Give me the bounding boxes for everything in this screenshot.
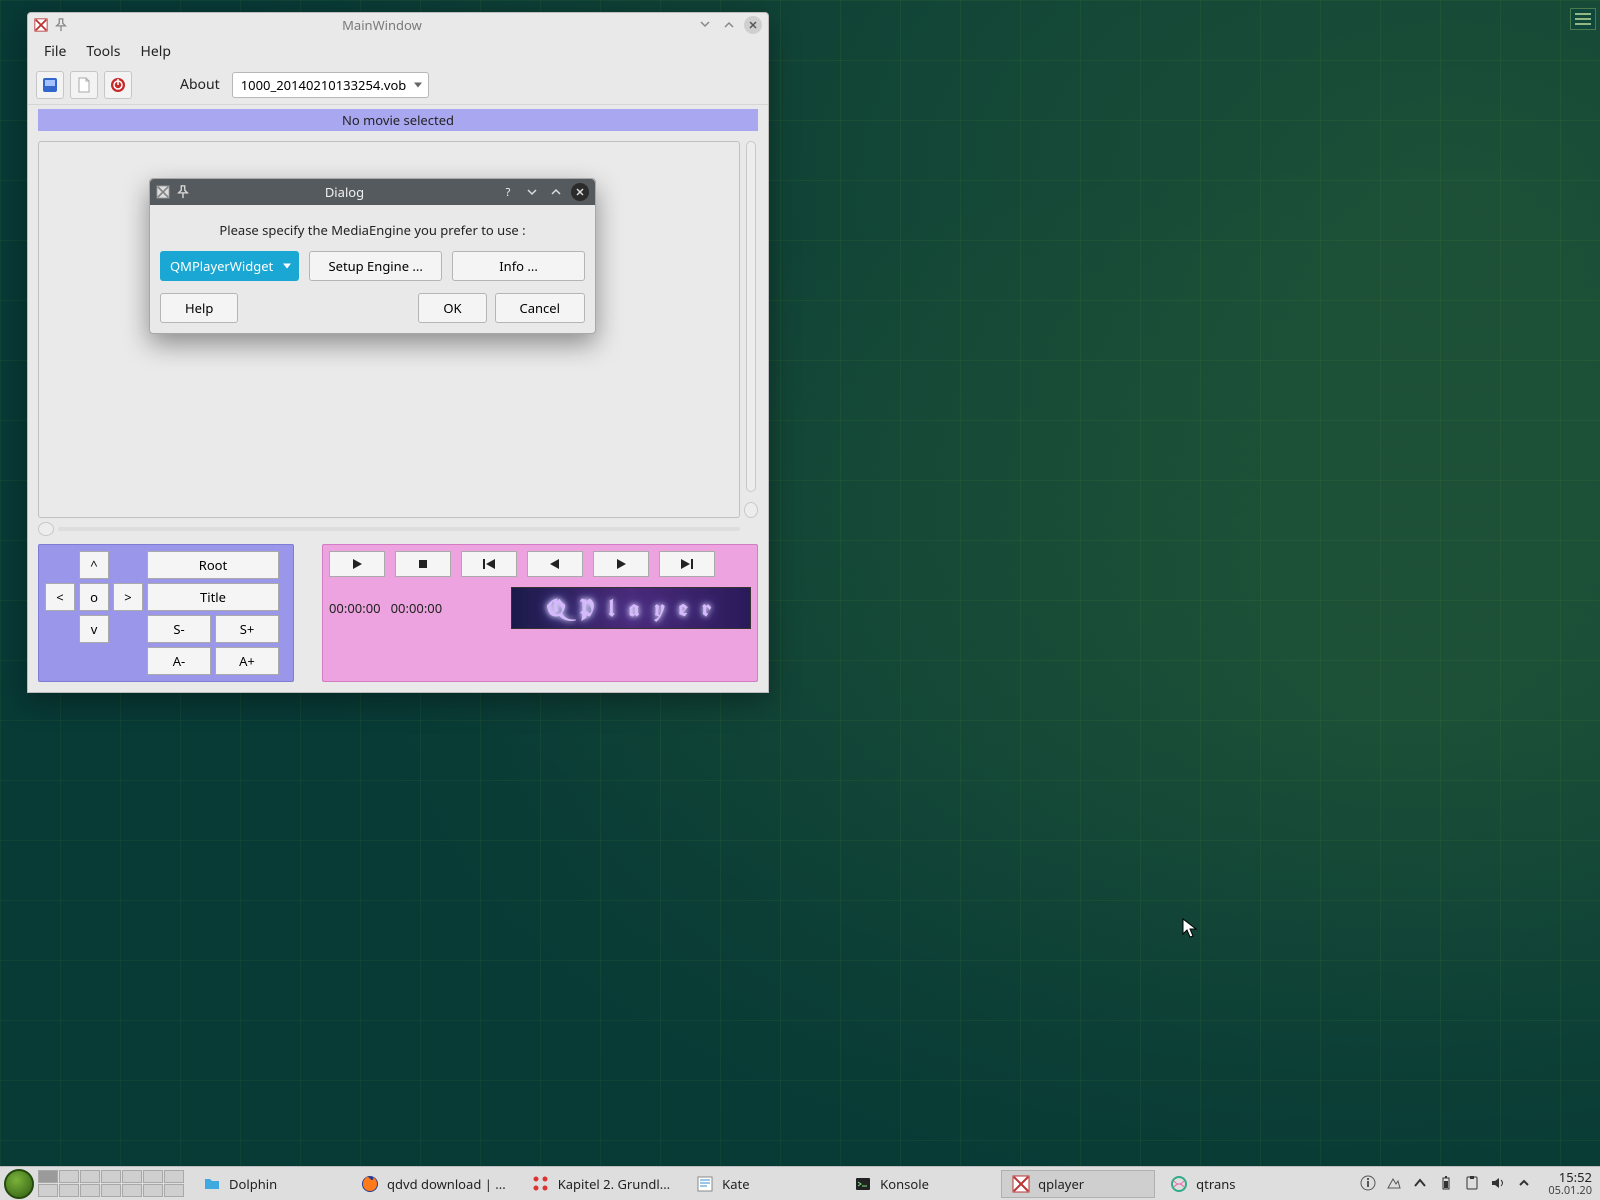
window-title: MainWindow [74,16,690,34]
dialog-shade-button[interactable] [523,183,541,201]
dialog-rollup-button[interactable] [547,183,565,201]
audio-prev-button[interactable]: A- [147,647,211,675]
tray-clipboard-icon[interactable] [1464,1175,1480,1191]
forward-button[interactable] [593,551,649,577]
task-label: Dolphin [229,1175,277,1193]
menu-tools[interactable]: Tools [76,38,130,65]
nav-title-button[interactable]: Title [147,583,279,611]
clock[interactable]: 15:52 05.01.20 [1542,1170,1592,1196]
task-konsole[interactable]: Konsole [843,1170,997,1198]
cancel-button[interactable]: Cancel [495,293,585,323]
task-label: Kapitel 2. Grundl... [558,1175,670,1193]
dialog-pin-icon[interactable] [176,185,190,199]
terminal-icon [854,1175,872,1193]
minimize-button[interactable] [696,16,714,34]
virtual-desktop-pager[interactable] [38,1170,184,1197]
system-tray: 15:52 05.01.20 [1360,1170,1600,1196]
nav-left-button[interactable]: < [45,583,75,611]
pin-icon[interactable] [54,18,68,32]
qtrans-icon [1170,1175,1188,1193]
task-label: qtrans [1196,1175,1235,1193]
task-kate[interactable]: Kate [685,1170,839,1198]
dialog-message: Please specify the MediaEngine you prefe… [160,221,585,239]
mouse-cursor-icon [1182,918,1198,940]
app-icon [34,18,48,32]
audio-next-button[interactable]: A+ [215,647,279,675]
playback-panel: 00:00:00 00:00:00 Q P l a y e r [322,544,758,682]
nav-root-button[interactable]: Root [147,551,279,579]
status-strip: No movie selected [38,109,758,131]
rewind-button[interactable] [527,551,583,577]
maximize-button[interactable] [720,16,738,34]
dvd-nav-panel: ^ Root < o > Title v S- S+ A- A+ [38,544,294,682]
subtitle-next-button[interactable]: S+ [215,615,279,643]
status-text: No movie selected [342,111,454,129]
help-icon [532,1175,550,1193]
titlebar[interactable]: MainWindow [28,13,768,37]
toolbar-button-power[interactable] [104,71,132,99]
task-label: qplayer [1038,1175,1084,1193]
toolbar-button-new[interactable] [70,71,98,99]
about-label[interactable]: About [180,75,220,94]
file-combobox[interactable]: 1000_20140210133254.vob [232,72,430,98]
toolbar-button-1[interactable] [36,71,64,99]
menubar: File Tools Help [28,37,768,65]
stop-button[interactable] [395,551,451,577]
task-firefox[interactable]: qdvd download | ... [350,1170,517,1198]
engine-combo-value: QMPlayerWidget [170,257,273,275]
task-dolphin[interactable]: Dolphin [192,1170,346,1198]
time-position: 00:00:00 [329,599,381,617]
kate-icon [696,1175,714,1193]
time-duration: 00:00:00 [391,599,443,617]
task-label: Konsole [880,1175,929,1193]
file-combo-value: 1000_20140210133254.vob [241,76,407,94]
nav-up-button[interactable]: ^ [79,551,109,579]
media-engine-dialog: Dialog ? Please specify the MediaEngine … [149,178,596,334]
task-help[interactable]: Kapitel 2. Grundl... [521,1170,681,1198]
tray-info-icon[interactable] [1360,1175,1376,1191]
ok-button[interactable]: OK [418,293,486,323]
tray-battery-icon[interactable] [1438,1175,1454,1191]
task-qplayer[interactable]: qplayer [1001,1170,1155,1198]
task-label: Kate [722,1175,749,1193]
prev-track-button[interactable] [461,551,517,577]
dialog-title: Dialog [196,183,493,201]
qplayer-icon [1012,1175,1030,1193]
task-qtrans[interactable]: qtrans [1159,1170,1313,1198]
dialog-app-icon [156,185,170,199]
player-logo: Q P l a y e r [511,587,751,629]
close-button[interactable] [744,16,762,34]
nav-select-button[interactable]: o [79,583,109,611]
tray-network-icon[interactable] [1386,1175,1402,1191]
start-button[interactable] [4,1169,34,1199]
horizontal-scrollbar[interactable] [38,522,740,536]
main-window: MainWindow File Tools Help About 1000_20… [27,12,769,693]
subtitle-prev-button[interactable]: S- [147,615,211,643]
tray-volume-icon[interactable] [1490,1175,1506,1191]
dialog-titlebar[interactable]: Dialog ? [150,179,595,205]
tray-expand-icon[interactable] [1516,1175,1532,1191]
next-track-button[interactable] [659,551,715,577]
toolbar: About 1000_20140210133254.vob [28,65,768,105]
task-label: qdvd download | ... [387,1175,506,1193]
dialog-help-button[interactable]: ? [499,183,517,201]
menu-help[interactable]: Help [130,38,181,65]
dialog-help-link[interactable]: Help [160,293,238,323]
nav-down-button[interactable]: v [79,615,109,643]
clock-date: 05.01.20 [1548,1185,1592,1197]
info-button[interactable]: Info ... [452,251,585,281]
panel-menu-button[interactable] [1570,8,1596,30]
play-button[interactable] [329,551,385,577]
folder-icon [203,1175,221,1193]
firefox-icon [361,1175,379,1193]
taskbar: Dolphin qdvd download | ... Kapitel 2. G… [0,1166,1600,1200]
setup-engine-button[interactable]: Setup Engine ... [309,251,442,281]
menu-file[interactable]: File [34,38,76,65]
dialog-close-button[interactable] [571,183,589,201]
vertical-scrollbar[interactable] [744,141,758,518]
nav-right-button[interactable]: > [113,583,143,611]
engine-combobox[interactable]: QMPlayerWidget [160,251,299,281]
tray-up-icon[interactable] [1412,1175,1428,1191]
